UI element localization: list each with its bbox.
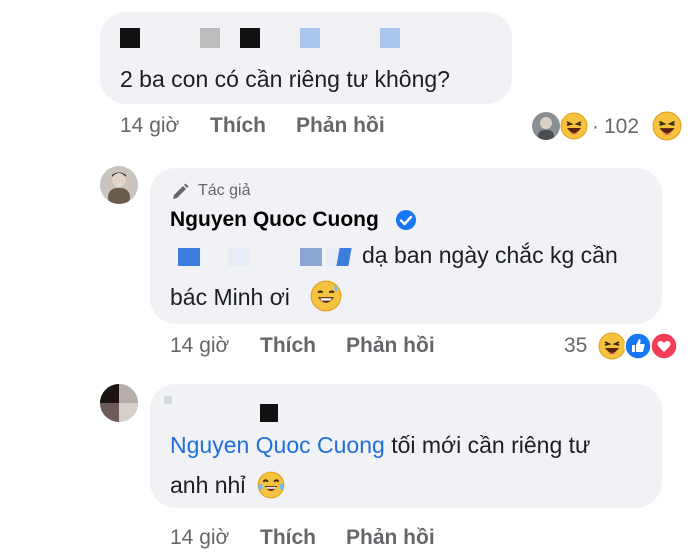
author-badge: Tác giả: [198, 182, 251, 199]
author-avatar[interactable]: [100, 166, 138, 204]
censored-name-block: [260, 404, 278, 422]
like-link[interactable]: Thích: [260, 334, 316, 358]
like-link[interactable]: Thích: [210, 114, 266, 138]
reaction-dot: ·: [592, 115, 599, 138]
censored-name-block: [380, 28, 400, 48]
comment-time: 14 giờ: [120, 114, 180, 137]
comment-text-rest: tối mới cần riêng tư: [384, 432, 591, 458]
mention-link[interactable]: Nguyen Quoc Cuong: [170, 432, 385, 458]
comment-meta-2: 14 giờ Thích Phản hồi: [170, 334, 470, 360]
commenter-avatar[interactable]: [100, 384, 138, 422]
pen-icon: [173, 183, 189, 199]
censored-name-block: [120, 28, 140, 48]
comment-time: 14 giờ: [170, 334, 230, 357]
censored-name-block: [240, 28, 260, 48]
reactor-avatar: [532, 112, 560, 140]
comment-meta-3: 14 giờ Thích Phản hồi: [170, 526, 470, 552]
reaction-count: 102: [604, 115, 640, 138]
comment-bubble-3: Nguyen Quoc Cuong tối mới cần riêng tư a…: [150, 384, 662, 508]
comment-meta-1: 14 giờ Thích Phản hồi: [120, 114, 420, 140]
censored-name-block: [300, 28, 320, 48]
reaction-count: 35: [564, 334, 588, 357]
laugh-emoji-icon: [652, 111, 682, 141]
reply-link[interactable]: Phản hồi: [346, 526, 435, 550]
censored-name-block: [200, 28, 220, 48]
laugh-emoji-icon: [560, 112, 588, 140]
comment-bubble-1: 2 ba con có cần riêng tư không?: [100, 12, 512, 104]
reply-link[interactable]: Phản hồi: [346, 334, 435, 358]
comment-text-line-1: Nguyen Quoc Cuong tối mới cần riêng tư: [170, 428, 590, 462]
censored-mention-block: [228, 248, 250, 266]
author-name[interactable]: Nguyen Quoc Cuong: [170, 208, 379, 232]
comment-text: 2 ba con có cần riêng tư không?: [120, 66, 450, 92]
like-link[interactable]: Thích: [260, 526, 316, 550]
reaction-summary-2[interactable]: 35: [560, 330, 690, 362]
censored-mention-block: [336, 248, 352, 266]
laugh-emoji-icon: [598, 332, 626, 360]
censored-mention-block: [178, 248, 200, 266]
comment-bubble-2: Tác giả Nguyen Quoc Cuong dạ ban ngày ch…: [150, 168, 662, 324]
like-reaction-icon: [624, 332, 652, 360]
reply-link[interactable]: Phản hồi: [296, 114, 385, 138]
verified-icon: [396, 210, 416, 230]
tears-of-joy-emoji-icon: [257, 471, 285, 499]
comment-text-line-1: dạ ban ngày chắc kg cần: [362, 242, 618, 268]
comment-time: 14 giờ: [170, 526, 230, 549]
love-reaction-icon: [650, 332, 678, 360]
comment-text-line-2: anh nhỉ: [170, 472, 246, 498]
sweat-smile-emoji-icon: [310, 280, 342, 312]
censored-mention-block: [300, 248, 322, 266]
reaction-summary-1[interactable]: · 102: [530, 110, 690, 142]
comment-text-line-2: bác Minh ơi: [170, 284, 290, 310]
censored-name-block: [164, 396, 172, 404]
